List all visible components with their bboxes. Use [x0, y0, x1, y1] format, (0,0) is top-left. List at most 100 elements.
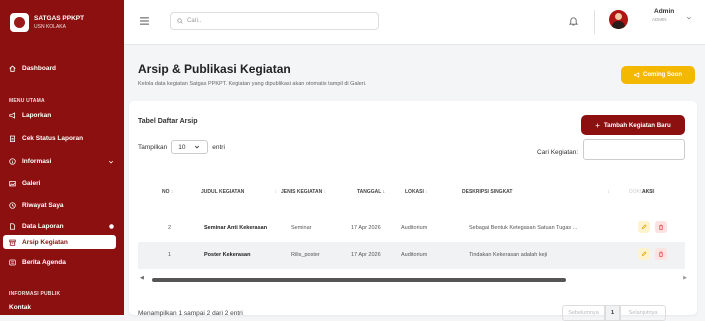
pagination-prev[interactable]: Sebelumnya	[562, 305, 605, 321]
sidebar-item-label: Kontak	[9, 304, 32, 311]
sidebar-item-label: Laporkan	[22, 112, 52, 119]
plus-icon: +	[595, 120, 600, 130]
coming-soon-label: Coming Soon	[643, 72, 682, 78]
sidebar-item-label: Dashboard	[22, 65, 56, 72]
sidebar-item-label: Riwayat Saya	[22, 202, 64, 209]
user-role: ADMIN	[652, 17, 667, 22]
page-title: Arsip & Publikasi Kegiatan	[138, 62, 291, 76]
home-icon	[9, 65, 16, 72]
cell-lokasi: Auditorium	[401, 225, 428, 231]
sidebar-item-cek-status[interactable]: Cek Status Laporan	[0, 135, 124, 142]
newspaper-icon	[9, 259, 16, 266]
table-info: Menampilkan 1 sampai 2 dari 2 entri	[138, 310, 243, 317]
scroll-left-icon[interactable]: ◀	[140, 275, 144, 281]
edit-button[interactable]	[638, 248, 650, 260]
brand-subtitle: USN KOLAKA	[34, 23, 66, 30]
edit-icon	[641, 224, 647, 230]
pagination-page-1[interactable]: 1	[605, 305, 620, 321]
filter-input[interactable]	[583, 139, 685, 160]
cell-jenis: Seminar	[291, 225, 312, 231]
search-input[interactable]: Cari..	[170, 12, 379, 30]
sidebar-item-informasi[interactable]: Informasi	[0, 158, 124, 165]
trash-icon	[659, 224, 663, 230]
sidebar: SATGAS PPKPT USN KOLAKA Dashboard MENU U…	[0, 0, 124, 315]
add-activity-button[interactable]: + Tambah Kegiatan Baru	[581, 115, 685, 135]
trash-icon	[659, 251, 663, 257]
cell-jenis: Rilis_poster	[291, 252, 320, 258]
cell-judul: Seminar Anti Kekerasan	[204, 225, 268, 231]
add-activity-label: Tambah Kegiatan Baru	[603, 121, 671, 129]
card-title: Tabel Daftar Arsip	[138, 118, 198, 125]
length-label-post: entri	[212, 143, 225, 151]
info-icon	[9, 158, 16, 165]
sidebar-item-kontak[interactable]: Kontak	[0, 304, 124, 311]
sidebar-item-galeri[interactable]: Galeri	[0, 180, 124, 187]
scrollbar-thumb[interactable]	[152, 278, 566, 282]
sidebar-item-data-laporan[interactable]: Data Laporan	[0, 223, 124, 230]
logo-icon	[10, 13, 29, 32]
file-icon	[10, 223, 15, 230]
cell-lokasi: Auditorium	[401, 252, 428, 258]
column-header-deskripsi[interactable]: DESKRIPSI SINGKAT ↕	[462, 189, 610, 195]
archive-icon	[9, 239, 16, 246]
delete-button[interactable]	[655, 221, 667, 233]
cell-deskripsi: Tindakan Kekerasan adalah keji	[469, 252, 548, 258]
user-name: Admin	[654, 8, 675, 15]
cell-judul: Poster Kekerasan	[204, 252, 251, 258]
clipboard-icon	[10, 135, 15, 142]
length-label-pre: Tampilkan	[138, 143, 168, 151]
menu-icon[interactable]	[140, 17, 149, 25]
history-icon	[9, 202, 16, 209]
sidebar-item-laporkan[interactable]: Laporkan	[0, 112, 124, 119]
topbar: Cari.. Admin ADMIN	[124, 0, 705, 45]
sidebar-item-label: Data Laporan	[22, 223, 64, 230]
sidebar-item-label: Cek Status Laporan	[22, 135, 84, 142]
notification-dot-icon	[109, 224, 114, 229]
column-header-aksi[interactable]: AKSI	[642, 189, 654, 195]
sidebar-item-berita-agenda[interactable]: Berita Agenda	[0, 259, 124, 266]
column-header-lokasi[interactable]: LOKASI ↕	[405, 189, 428, 195]
column-header-jenis[interactable]: JENIS KEGIATAN ↕	[281, 189, 326, 195]
brand-title: SATGAS PPKPT	[34, 14, 85, 22]
cell-tanggal: 17 Apr 2026	[351, 225, 381, 231]
entries-select[interactable]: 10	[171, 140, 209, 154]
length-control: Tampilkan 10 entri	[138, 140, 225, 154]
sidebar-item-riwayat[interactable]: Riwayat Saya	[0, 202, 124, 209]
sidebar-item-label: Informasi	[22, 158, 52, 165]
avatar[interactable]	[609, 10, 628, 29]
divider	[594, 10, 595, 34]
column-header-tanggal[interactable]: TANGGAL ↓	[357, 189, 385, 195]
chevron-down-icon	[194, 145, 199, 149]
sidebar-item-label: Galeri	[22, 180, 41, 187]
image-icon	[9, 181, 16, 187]
megaphone-icon	[634, 72, 640, 78]
cell-no: 1	[168, 252, 172, 258]
cell-no: 2	[168, 225, 172, 231]
megaphone-icon	[9, 112, 15, 119]
edit-button[interactable]	[638, 221, 650, 233]
column-header-no[interactable]: NO ↕	[162, 189, 173, 195]
sidebar-item-label: Arsip Kegiatan	[22, 238, 68, 246]
sidebar-item-label: Berita Agenda	[22, 259, 66, 266]
brand[interactable]: SATGAS PPKPT USN KOLAKA	[0, 0, 124, 45]
scroll-right-icon[interactable]: ▶	[683, 275, 687, 281]
sidebar-item-dashboard[interactable]: Dashboard	[0, 65, 124, 72]
chevron-down-icon	[108, 160, 114, 163]
cell-tanggal: 17 Apr 2026	[351, 252, 381, 258]
search-icon	[177, 18, 183, 24]
table-row: 1 Poster Kekerasan Rilis_poster 17 Apr 2…	[138, 242, 685, 269]
chevron-down-icon[interactable]	[686, 15, 692, 21]
page-subtitle: Kelola data kegiatan Satgas PPKPT. Kegia…	[138, 81, 367, 87]
bell-icon[interactable]	[569, 16, 578, 26]
table-row: 2 Seminar Anti Kekerasan Seminar 17 Apr …	[138, 215, 685, 242]
column-header-judul[interactable]: JUDUL KEGIATAN ↕	[201, 189, 277, 195]
delete-button[interactable]	[655, 248, 667, 260]
pagination-next[interactable]: Selanjutnya	[620, 305, 666, 321]
coming-soon-button[interactable]: Coming Soon	[621, 66, 695, 84]
sidebar-section-main: MENU UTAMA	[9, 98, 45, 104]
cell-deskripsi: Sebagai Bentuk Ketegasan Satuan Tugas ..…	[469, 225, 578, 231]
filter-label: Cari Kegiatan:	[537, 149, 579, 156]
sidebar-item-arsip-kegiatan[interactable]: Arsip Kegiatan	[3, 235, 116, 249]
sidebar-section-public: INFORMASI PUBLIK	[9, 291, 61, 297]
search-placeholder: Cari..	[187, 18, 202, 24]
